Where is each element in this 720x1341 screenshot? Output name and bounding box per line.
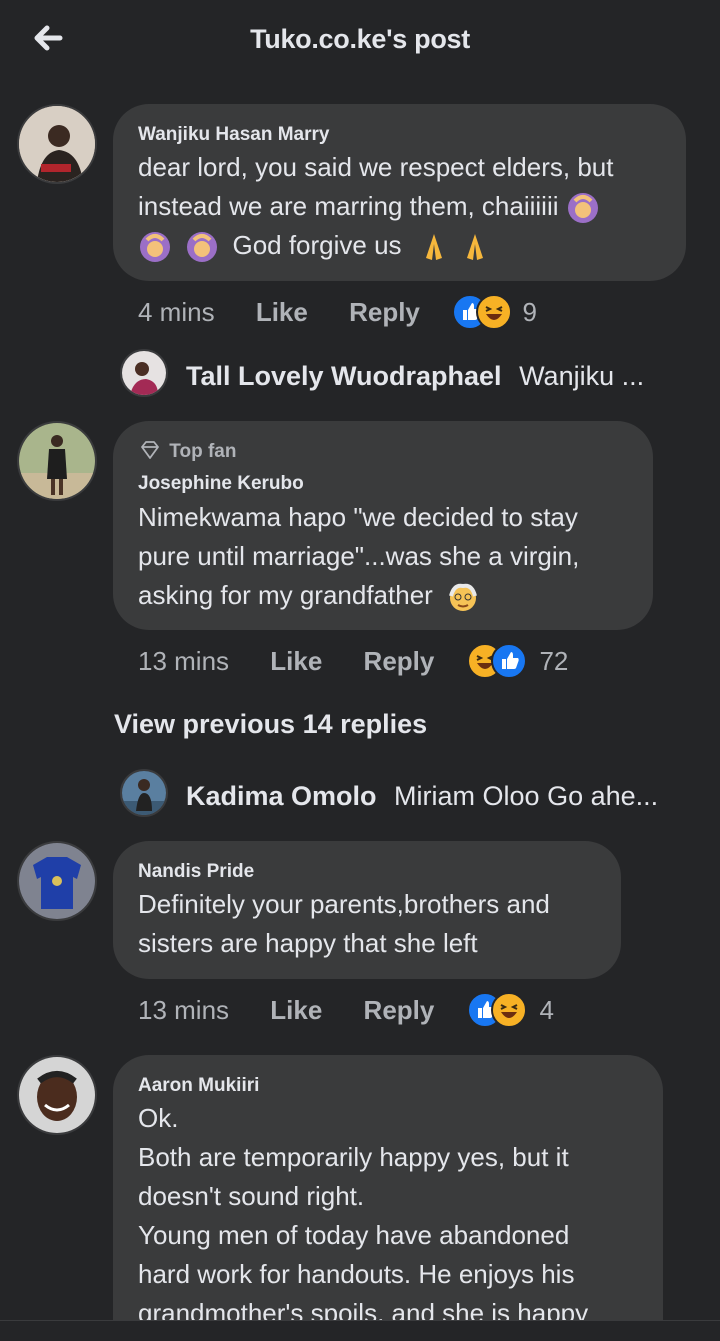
avatar[interactable] (17, 104, 97, 184)
old-man-emoji-icon (449, 583, 477, 612)
diamond-icon (141, 441, 159, 459)
avatar[interactable] (17, 421, 97, 501)
comment-text: dear lord, you said we respect elders, b… (138, 148, 678, 265)
woman-gesturing-ok-emoji-icon (567, 193, 598, 224)
comment-time: 13 mins (138, 995, 230, 1025)
reply-button[interactable]: Reply (349, 297, 420, 327)
folded-hands-emoji-icon (467, 234, 484, 261)
comment-meta: 4 mins Like Reply (138, 297, 420, 328)
page-title: Tuko.co.ke's post (250, 24, 470, 54)
comment-line: asking for my grandfather (138, 576, 648, 615)
haha-reaction-icon (491, 992, 527, 1028)
avatar[interactable] (17, 1055, 97, 1135)
reaction-summary[interactable]: 72 (467, 643, 568, 679)
haha-reaction-icon (476, 294, 512, 330)
avatar-image (19, 1057, 95, 1133)
like-button[interactable]: Like (270, 646, 322, 676)
reaction-summary[interactable]: 9 (452, 294, 537, 330)
reaction-count: 4 (539, 994, 554, 1025)
comment-bubble: Top fan Josephine Kerubo Nimekwama hapo … (113, 421, 653, 630)
reply-preview[interactable]: Tall Lovely Wuodraphael Wanjiku ... (186, 361, 644, 392)
comment-line: doesn't sound right. (138, 1181, 365, 1211)
top-fan-badge: Top fan (140, 441, 236, 463)
reply-button[interactable]: Reply (364, 995, 435, 1025)
woman-gesturing-ok-emoji-icon (140, 232, 170, 263)
reply-text: Miriam Oloo Go ahe... (394, 781, 659, 811)
like-reaction-icon (491, 643, 527, 679)
avatar-image (122, 771, 166, 815)
reaction-count: 9 (522, 296, 537, 327)
reply-text: Wanjiku ... (519, 361, 645, 391)
comment-line: Ok. (138, 1103, 179, 1133)
comment-bubble: Wanjiku Hasan Marry dear lord, you said … (113, 104, 686, 281)
comment-bubble: Nandis Pride Definitely your parents,bro… (113, 841, 621, 979)
comment-line: sisters are happy that she left (138, 928, 478, 958)
view-previous-replies-link[interactable]: View previous 14 replies (114, 709, 427, 740)
comment-time: 4 mins (138, 297, 215, 327)
folded-hands-emoji-icon (425, 234, 442, 261)
avatar-image (122, 351, 166, 395)
comment-author[interactable]: Aaron Mukiiri (138, 1075, 259, 1097)
reply-button[interactable]: Reply (364, 646, 435, 676)
avatar[interactable] (17, 841, 97, 921)
comment-author[interactable]: Wanjiku Hasan Marry (138, 124, 329, 146)
comment-line: pure until marriage"...was she a virgin, (138, 541, 580, 571)
comment-time: 13 mins (138, 646, 230, 676)
comment-line: God forgive us (138, 226, 678, 265)
comment-line: Definitely your parents,brothers and (138, 889, 550, 919)
avatar[interactable] (120, 769, 168, 817)
avatar-image (19, 843, 95, 919)
comment-line: Both are temporarily happy yes, but it (138, 1142, 569, 1172)
comment-author[interactable]: Josephine Kerubo (138, 473, 304, 495)
comment-meta: 13 mins Like Reply (138, 646, 434, 677)
comment-line: Nimekwama hapo "we decided to stay (138, 502, 578, 532)
comment-line: dear lord, you said we respect elders, b… (138, 152, 614, 182)
reaction-summary[interactable]: 4 (467, 992, 554, 1028)
reply-preview[interactable]: Kadima Omolo Miriam Oloo Go ahe... (186, 781, 658, 812)
reaction-count: 72 (539, 645, 569, 676)
comment-text: Nimekwama hapo "we decided to stay pure … (138, 498, 648, 615)
woman-gesturing-ok-emoji-icon (187, 232, 218, 263)
reply-author[interactable]: Tall Lovely Wuodraphael (186, 361, 502, 391)
bottom-bar (0, 1320, 720, 1341)
comment-line: hard work for handouts. He enjoys his (138, 1259, 575, 1289)
comment-bubble: Aaron Mukiiri Ok. Both are temporarily h… (113, 1055, 663, 1340)
comment-line: Young men of today have abandoned (138, 1220, 570, 1250)
avatar-image (19, 423, 95, 499)
reply-author[interactable]: Kadima Omolo (186, 781, 377, 811)
like-button[interactable]: Like (270, 995, 322, 1025)
comment-text: Definitely your parents,brothers and sis… (138, 885, 618, 963)
comment-author[interactable]: Nandis Pride (138, 861, 254, 883)
avatar[interactable] (120, 349, 168, 397)
comment-meta: 13 mins Like Reply (138, 995, 434, 1026)
avatar-image (19, 106, 95, 182)
like-button[interactable]: Like (256, 297, 308, 327)
comment-line: instead we are marring them, chaiiiiii (138, 187, 678, 226)
comment-text: Ok. Both are temporarily happy yes, but … (138, 1099, 658, 1333)
